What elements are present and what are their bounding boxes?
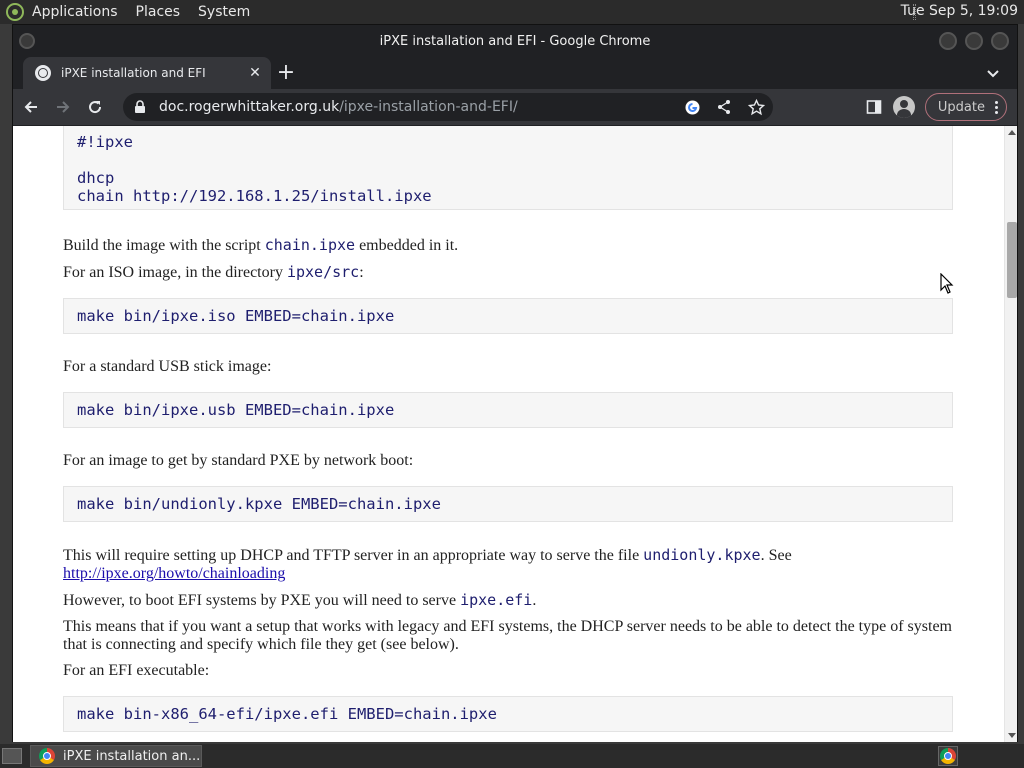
system-menu[interactable]: System: [198, 4, 250, 20]
code-block-efi: make bin-x86_64-efi/ipxe.efi EMBED=chain…: [63, 696, 953, 732]
text: This will require setting up DHCP and TF…: [63, 547, 644, 564]
text: For an ISO image, in the directory: [63, 264, 287, 281]
vertical-scrollbar[interactable]: [1004, 126, 1017, 742]
mouse-cursor-icon: [940, 273, 954, 294]
window-menu-icon[interactable]: [19, 33, 35, 49]
google-lens-icon[interactable]: [683, 98, 701, 116]
scroll-down-icon[interactable]: [1008, 733, 1016, 738]
close-tab-icon[interactable]: ✕: [247, 65, 263, 81]
globe-icon: [35, 65, 51, 81]
page-viewport: #!ipxe dhcp chain http://192.168.1.25/in…: [13, 126, 1004, 742]
window-title: iPXE installation and EFI - Google Chrom…: [379, 33, 651, 49]
share-icon[interactable]: [715, 98, 733, 116]
inline-code: undionly.kpxe: [643, 546, 761, 564]
chevron-down-icon[interactable]: [985, 65, 1001, 81]
window-titlebar[interactable]: iPXE installation and EFI - Google Chrom…: [13, 25, 1017, 57]
applications-menu[interactable]: Applications: [32, 4, 118, 20]
reload-button[interactable]: [81, 93, 109, 121]
url-path: /ipxe-installation-and-EFI/: [339, 99, 518, 115]
tab-strip: iPXE installation and EFI ✕ +: [13, 57, 1017, 89]
code-block-usb: make bin/ipxe.usb EMBED=chain.ipxe: [63, 392, 953, 428]
inline-code: chain.ipxe: [264, 236, 356, 254]
back-button[interactable]: [17, 93, 45, 121]
maximize-button[interactable]: [965, 32, 983, 50]
paragraph: For an ISO image, in the directory ipxe/…: [63, 263, 963, 282]
chrome-icon: [940, 748, 956, 764]
tray-chrome-button[interactable]: [938, 746, 958, 766]
tab-title: iPXE installation and EFI: [61, 66, 206, 80]
paragraph: For an EFI executable:: [63, 662, 210, 679]
back-arrow-icon: [24, 101, 37, 113]
code-block-ipxe-script: #!ipxe dhcp chain http://192.168.1.25/in…: [63, 126, 953, 210]
text: . See: [760, 547, 792, 564]
chainloading-link[interactable]: http://ipxe.org/howto/chainloading: [63, 565, 285, 582]
lock-icon[interactable]: [133, 100, 147, 114]
paragraph: However, to boot EFI systems by PXE you …: [63, 591, 963, 610]
paragraph: This will require setting up DHCP and TF…: [63, 546, 963, 583]
profile-avatar-icon[interactable]: [892, 96, 915, 118]
code-block-iso: make bin/ipxe.iso EMBED=chain.ipxe: [63, 298, 953, 334]
address-bar[interactable]: doc.rogerwhittaker.org.uk/ipxe-installat…: [123, 93, 773, 121]
bookmark-star-icon[interactable]: [747, 98, 765, 116]
text: embedded in it.: [355, 237, 459, 254]
forward-arrow-icon: [57, 101, 70, 113]
scrollbar-thumb[interactable]: [1007, 222, 1017, 298]
paragraph: For an image to get by standard PXE by n…: [63, 452, 414, 469]
inline-code: ipxe.efi: [460, 591, 533, 609]
url-domain: doc.rogerwhittaker.org.uk: [159, 99, 340, 115]
update-button[interactable]: Update: [924, 93, 1007, 121]
reload-icon: [89, 101, 102, 114]
tab-ipxe[interactable]: iPXE installation and EFI ✕: [23, 57, 271, 89]
chrome-icon: [39, 748, 55, 764]
paragraph: Build the image with the script chain.ip…: [63, 236, 963, 255]
distro-logo-icon[interactable]: [6, 3, 24, 21]
show-desktop-button[interactable]: [2, 748, 22, 764]
text: :: [359, 264, 364, 281]
forward-button[interactable]: [49, 93, 77, 121]
scroll-up-icon[interactable]: [1008, 130, 1016, 135]
close-window-button[interactable]: [991, 32, 1009, 50]
bottom-taskbar: iPXE installation an...: [0, 744, 1024, 768]
kebab-menu-icon[interactable]: [995, 100, 998, 114]
places-menu[interactable]: Places: [136, 4, 181, 20]
clock[interactable]: Tue Sep 5, 19:09: [901, 3, 1018, 19]
text: However, to boot EFI systems by PXE you …: [63, 592, 461, 609]
paragraph: This means that if you want a setup that…: [63, 618, 952, 653]
code-block-kpxe: make bin/undionly.kpxe EMBED=chain.ipxe: [63, 486, 953, 522]
minimize-button[interactable]: [939, 32, 957, 50]
toolbar: doc.rogerwhittaker.org.uk/ipxe-installat…: [13, 89, 1017, 125]
taskbar-item-chrome[interactable]: iPXE installation an...: [30, 745, 202, 767]
update-label: Update: [937, 99, 985, 115]
taskbar-item-label: iPXE installation an...: [63, 748, 201, 764]
inline-code: ipxe/src: [286, 263, 360, 281]
paragraph: For a standard USB stick image:: [63, 358, 272, 375]
new-tab-button[interactable]: +: [275, 62, 297, 84]
text: .: [532, 592, 537, 609]
text: Build the image with the script: [63, 237, 265, 254]
top-panel: Applications Places System Tue Sep 5, 19…: [0, 0, 1024, 24]
side-panel-icon[interactable]: [865, 98, 883, 116]
